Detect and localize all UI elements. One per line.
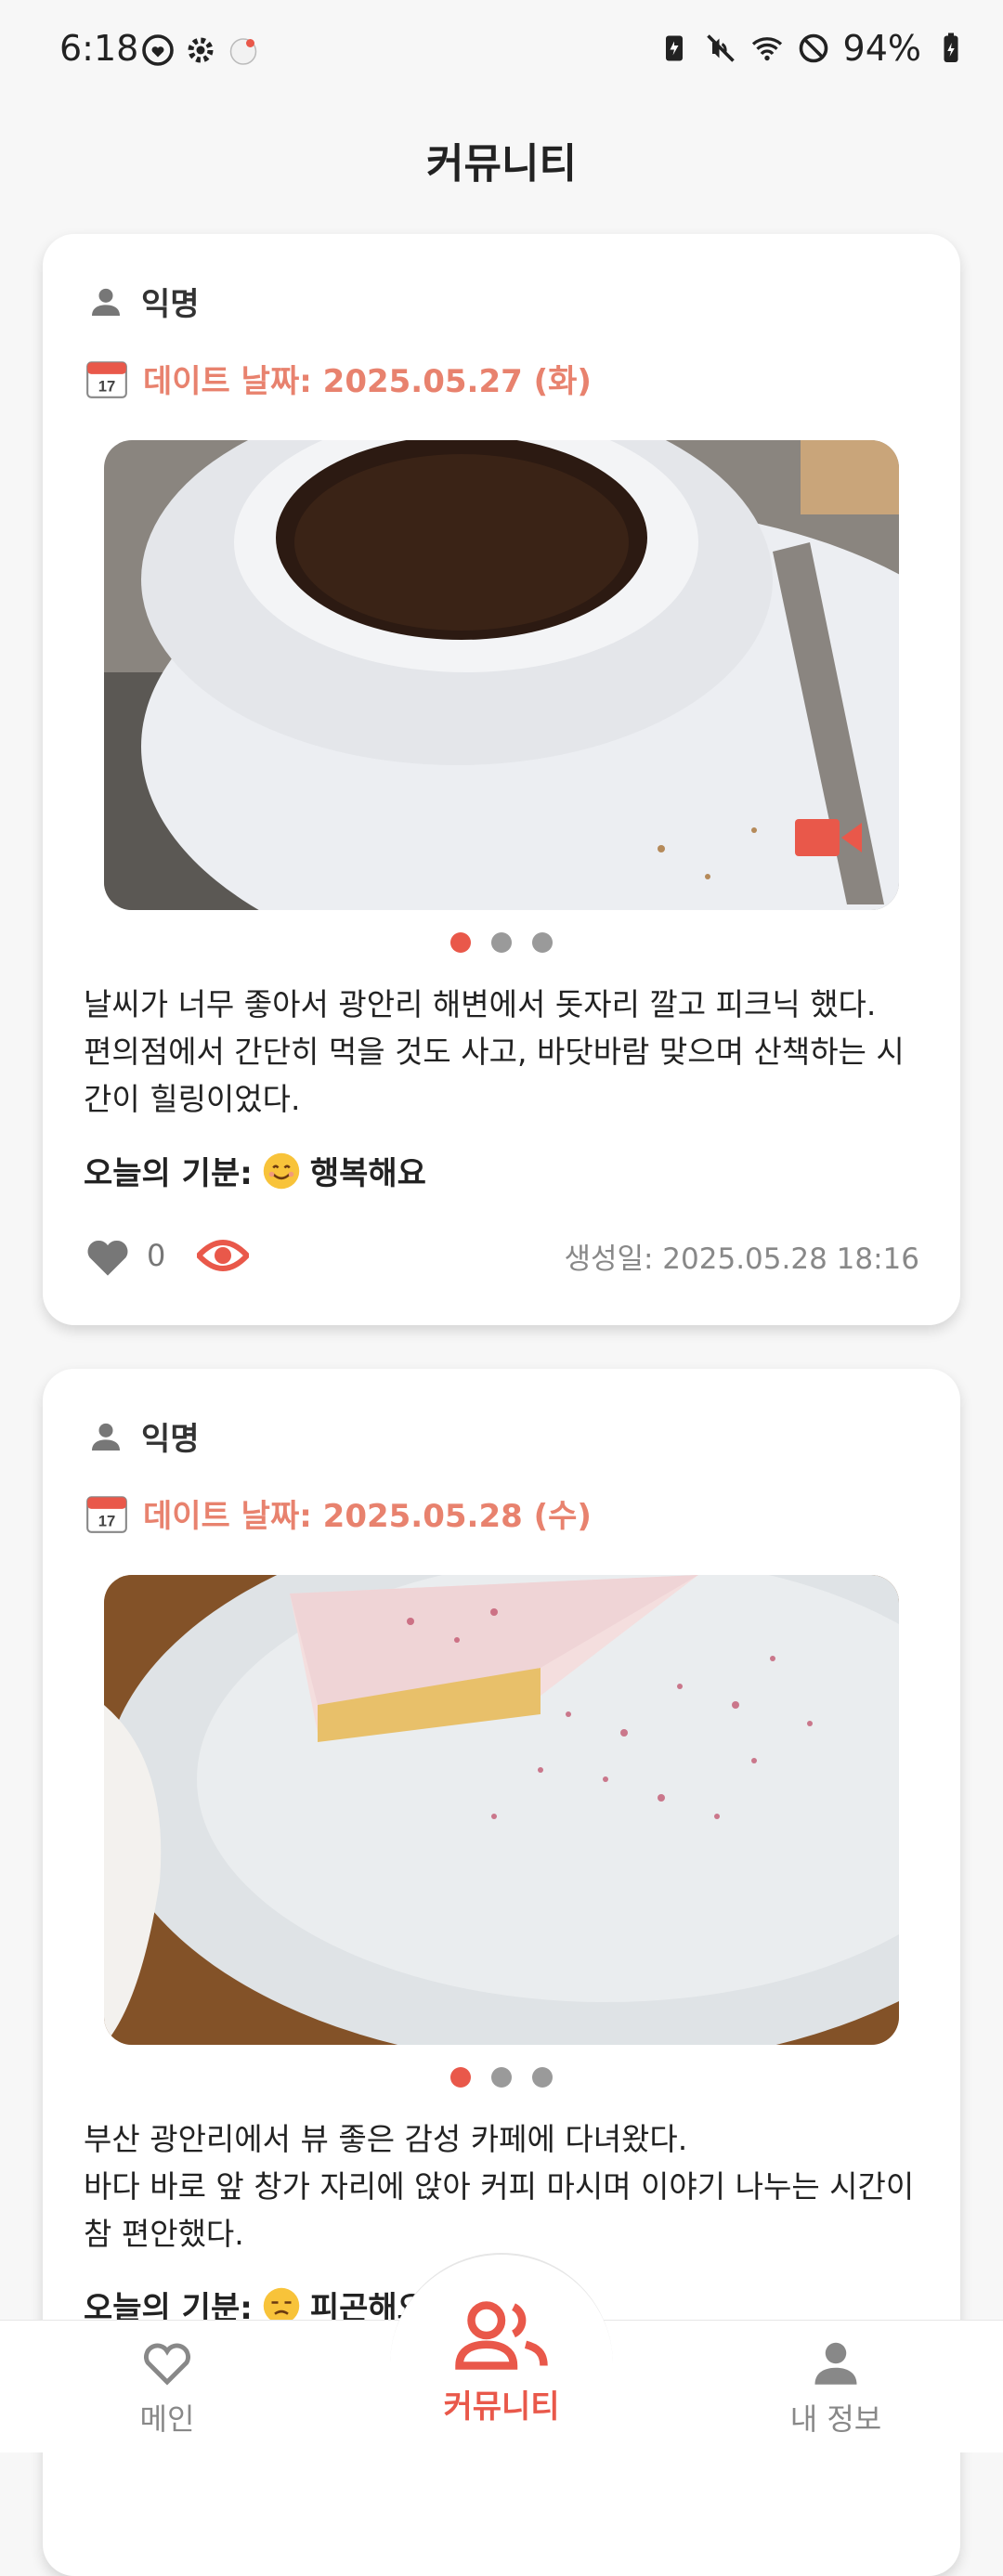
carousel-dot[interactable] [450,932,471,953]
person-icon [92,1423,120,1451]
battery-saver-icon [665,35,683,61]
author-name: 익명 [141,1421,200,1458]
cake-photo [104,1575,899,2045]
carousel-dots [43,2067,960,2088]
person-icon [92,288,120,316]
like-heart-icon[interactable] [84,1233,132,1278]
post-text: 날씨가 너무 좋아서 광안리 해변에서 돗자리 깔고 피크닉 했다. 편의점에서… [84,986,905,1117]
post-text: 부산 광안리에서 뷰 좋은 감성 카페에 다녀왔다. 바다 바로 앞 창가 자리… [84,2121,915,2252]
nav-label: 메인 [139,2401,195,2437]
carousel-dot[interactable] [491,2067,512,2088]
post-footer: 0 생성일: 2025.05.28 18:16 [84,1228,919,1283]
app-notification-icon [229,38,257,65]
post-author: 익명 [87,279,200,324]
wifi-icon [751,37,782,61]
carousel-dot[interactable] [532,2067,553,2088]
calendar-icon: 17 [86,1496,127,1533]
post-media[interactable] [104,440,899,910]
video-camera-icon [795,819,862,856]
view-eye-icon[interactable] [197,1237,250,1274]
date-row: 17 데이트 날짜: 2025.05.27 (화) [84,355,592,401]
person-icon [814,2342,857,2385]
mood-value: 행복해요 [309,1155,426,1192]
date-label: 데이트 날짜: 2025.05.27 (화) [143,362,592,400]
created-date: 생성일: 2025.05.28 18:16 [564,1242,919,1276]
status-time: 6:18 [59,28,139,69]
battery-charging-icon [944,33,958,62]
coffee-photo [104,440,899,910]
carousel-dots [43,932,960,953]
heart-circle-icon [142,34,174,66]
mute-icon [706,34,735,62]
carousel-dot[interactable] [532,932,553,953]
nav-item-community[interactable]: 커뮤니티 [409,2299,594,2426]
carousel-dot[interactable] [450,2067,471,2088]
smile-emoji-icon [263,1152,300,1189]
post-author: 익명 [87,1413,200,1459]
status-bar: 6:18 94% [0,0,1003,102]
author-name: 익명 [141,286,200,323]
nav-item-my-info[interactable]: 내 정보 [743,2336,929,2439]
nav-label: 커뮤니티 [443,2388,560,2426]
battery-percent: 94% [842,28,921,69]
people-icon [455,2301,548,2370]
mood-label: 오늘의 기분: [84,1155,253,1192]
gear-icon [188,37,214,63]
nav-label: 내 정보 [789,2401,882,2437]
do-not-disturb-icon [799,33,827,63]
svg-text:17: 17 [98,378,116,396]
calendar-icon: 17 [86,361,127,398]
date-row: 17 데이트 날짜: 2025.05.28 (수) [84,1490,592,1536]
nav-item-main[interactable]: 메인 [74,2336,260,2439]
post-media[interactable] [104,1575,899,2045]
svg-text:17: 17 [98,1513,116,1530]
mood-row: 오늘의 기분: 행복해요 [84,1148,426,1193]
page-title: 커뮤니티 [426,140,577,188]
like-count: 0 [147,1238,166,1273]
date-label: 데이트 날짜: 2025.05.28 (수) [143,1497,592,1535]
heart-icon [144,2343,190,2386]
post-card[interactable]: 익명 17 데이트 날짜: 2025.05.27 (화) 날씨가 너무 좋아서 … [43,234,960,1325]
carousel-dot[interactable] [491,932,512,953]
